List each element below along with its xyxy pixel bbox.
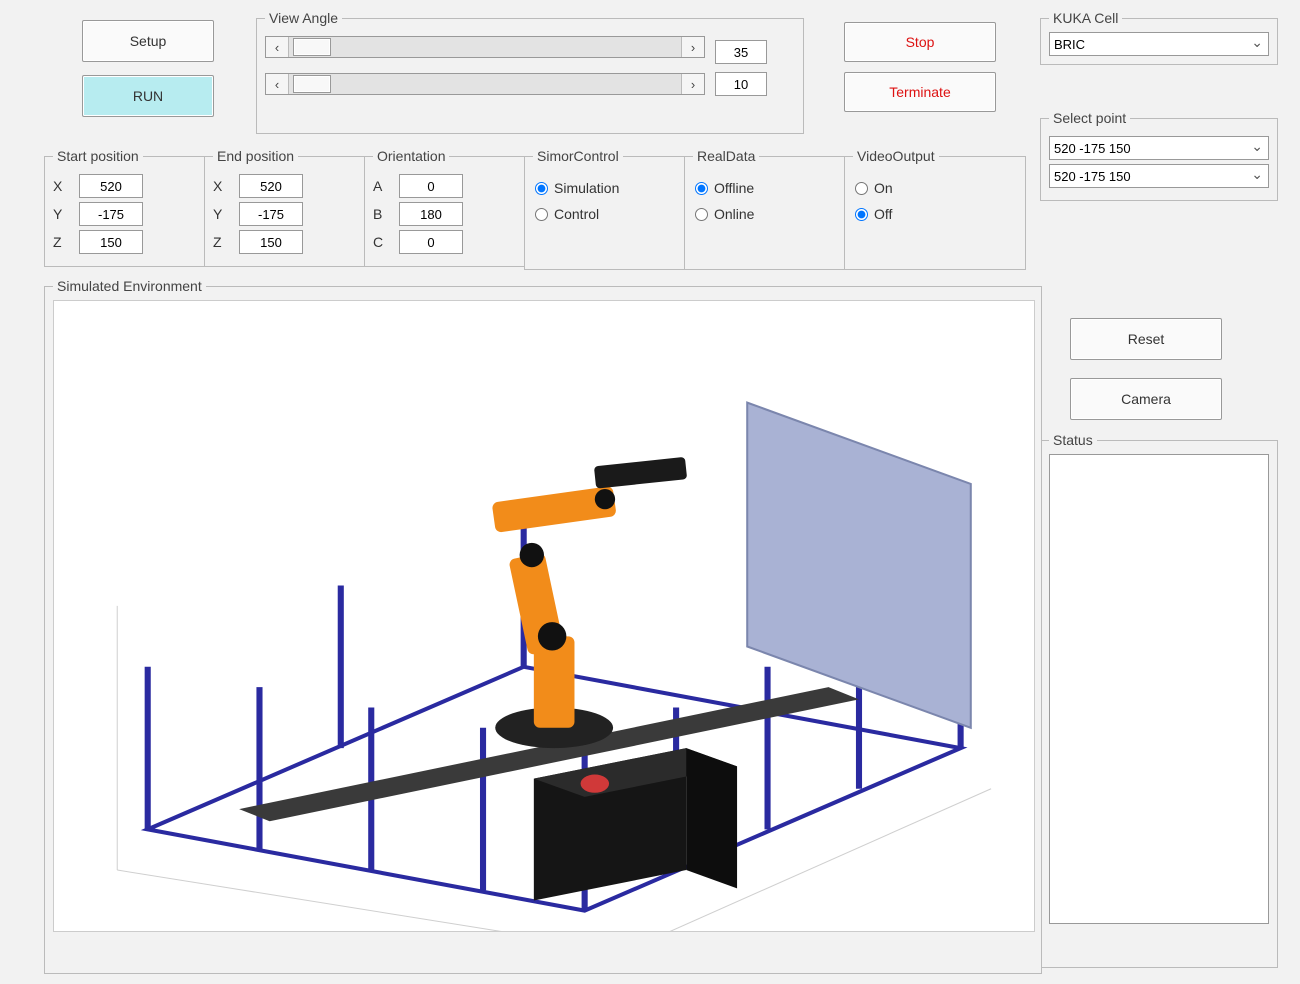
setup-button-label: Setup	[130, 33, 167, 49]
orientation-legend: Orientation	[373, 148, 449, 164]
real-data-offline-radio[interactable]	[695, 182, 708, 195]
start-position-group: Start position X Y Z	[44, 148, 212, 267]
real-data-offline-label: Offline	[714, 180, 754, 196]
video-output-on[interactable]: On	[855, 180, 1015, 196]
camera-button-label: Camera	[1121, 391, 1171, 407]
end-position-legend: End position	[213, 148, 298, 164]
status-textarea[interactable]	[1049, 454, 1269, 924]
real-data-online-radio[interactable]	[695, 208, 708, 221]
view-angle-slider-1[interactable]: ‹ ›	[265, 36, 705, 58]
view-angle-legend: View Angle	[265, 10, 342, 26]
real-data-online-label: Online	[714, 206, 754, 222]
orient-c-label: C	[373, 234, 389, 250]
start-position-legend: Start position	[53, 148, 143, 164]
target-point-icon	[581, 775, 609, 793]
sim-or-control-control-radio[interactable]	[535, 208, 548, 221]
kuka-cell-legend: KUKA Cell	[1049, 10, 1122, 26]
robot-arm-icon	[492, 457, 688, 728]
view-angle-group: View Angle ‹ › ‹ ›	[256, 10, 804, 134]
view-angle-slider-1-thumb[interactable]	[293, 38, 331, 56]
end-y-label: Y	[213, 206, 229, 222]
back-wall-icon	[747, 403, 971, 728]
video-output-legend: VideoOutput	[853, 148, 939, 164]
orientation-group: Orientation A B C	[364, 148, 532, 267]
video-output-on-radio[interactable]	[855, 182, 868, 195]
run-button-label: RUN	[133, 88, 163, 104]
orient-c-input[interactable]	[399, 230, 463, 254]
select-point-legend: Select point	[1049, 110, 1130, 126]
reset-button[interactable]: Reset	[1070, 318, 1222, 360]
chevron-right-icon[interactable]: ›	[682, 37, 704, 57]
select-point-2[interactable]: 520 -175 150	[1049, 164, 1269, 188]
status-group: Status	[1040, 432, 1278, 968]
orient-a-input[interactable]	[399, 174, 463, 198]
video-output-off[interactable]: Off	[855, 206, 1015, 222]
stop-button-label: Stop	[906, 34, 935, 50]
view-angle-slider-1-track[interactable]	[288, 37, 682, 57]
status-legend: Status	[1049, 432, 1097, 448]
end-x-input[interactable]	[239, 174, 303, 198]
sim-or-control-group: SimorControl Simulation Control	[524, 148, 692, 270]
stop-button[interactable]: Stop	[844, 22, 996, 62]
start-y-input[interactable]	[79, 202, 143, 226]
start-x-label: X	[53, 178, 69, 194]
start-z-input[interactable]	[79, 230, 143, 254]
sim-or-control-legend: SimorControl	[533, 148, 623, 164]
camera-button[interactable]: Camera	[1070, 378, 1222, 420]
pedestal-box-icon	[534, 748, 737, 900]
view-angle-slider-2[interactable]: ‹ ›	[265, 73, 705, 95]
end-z-input[interactable]	[239, 230, 303, 254]
view-angle-slider-2-thumb[interactable]	[293, 75, 331, 93]
start-z-label: Z	[53, 234, 69, 250]
video-output-on-label: On	[874, 180, 893, 196]
terminate-button[interactable]: Terminate	[844, 72, 996, 112]
end-x-label: X	[213, 178, 229, 194]
sim-or-control-simulation-radio[interactable]	[535, 182, 548, 195]
orient-a-label: A	[373, 178, 389, 194]
orient-b-input[interactable]	[399, 202, 463, 226]
sim-or-control-simulation[interactable]: Simulation	[535, 180, 681, 196]
chevron-left-icon[interactable]: ‹	[266, 37, 288, 57]
run-button[interactable]: RUN	[82, 75, 214, 117]
real-data-offline[interactable]: Offline	[695, 180, 841, 196]
end-position-group: End position X Y Z	[204, 148, 372, 267]
start-x-input[interactable]	[79, 174, 143, 198]
end-y-input[interactable]	[239, 202, 303, 226]
kuka-cell-group: KUKA Cell BRIC	[1040, 10, 1278, 65]
view-angle-slider-2-track[interactable]	[288, 74, 682, 94]
end-z-label: Z	[213, 234, 229, 250]
select-point-group: Select point 520 -175 150 520 -175 150	[1040, 110, 1278, 201]
setup-button[interactable]: Setup	[82, 20, 214, 62]
video-output-off-label: Off	[874, 206, 892, 222]
sim-or-control-control-label: Control	[554, 206, 599, 222]
orient-b-label: B	[373, 206, 389, 222]
start-y-label: Y	[53, 206, 69, 222]
video-output-off-radio[interactable]	[855, 208, 868, 221]
real-data-group: RealData Offline Online	[684, 148, 852, 270]
sim-or-control-simulation-label: Simulation	[554, 180, 619, 196]
chevron-right-icon[interactable]: ›	[682, 74, 704, 94]
real-data-online[interactable]: Online	[695, 206, 841, 222]
simulated-environment-legend: Simulated Environment	[53, 278, 206, 294]
real-data-legend: RealData	[693, 148, 759, 164]
sim-or-control-control[interactable]: Control	[535, 206, 681, 222]
select-point-1[interactable]: 520 -175 150	[1049, 136, 1269, 160]
simulated-environment-group: Simulated Environment	[44, 278, 1042, 974]
terminate-button-label: Terminate	[889, 84, 950, 100]
video-output-group: VideoOutput On Off	[844, 148, 1026, 270]
simulated-environment-canvas[interactable]	[53, 300, 1035, 932]
reset-button-label: Reset	[1128, 331, 1165, 347]
kuka-cell-select[interactable]: BRIC	[1049, 32, 1269, 56]
chevron-left-icon[interactable]: ‹	[266, 74, 288, 94]
view-angle-value-2[interactable]	[715, 72, 767, 96]
view-angle-value-1[interactable]	[715, 40, 767, 64]
